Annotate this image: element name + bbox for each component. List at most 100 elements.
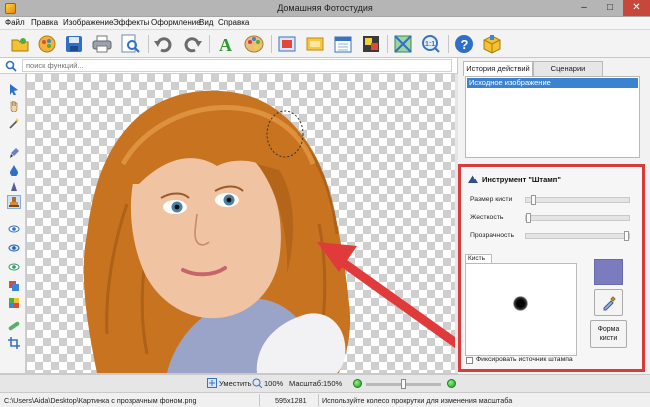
menu-image[interactable]: Изображение [63,18,113,27]
zoom-in-icon[interactable] [447,379,456,388]
frame-icon[interactable] [276,33,298,55]
tab-scenarios[interactable]: Сценарии [533,61,603,76]
zoom-100-button[interactable]: 100% [264,379,283,388]
search-row [0,58,457,74]
toolbar-separator [271,35,272,53]
tool-panel-left [0,74,26,373]
svg-text:1:1: 1:1 [425,41,435,48]
color-blocks-icon[interactable] [7,296,21,310]
menu-edit[interactable]: Правка [31,18,58,27]
eye-red-icon[interactable] [7,260,21,274]
status-separator [259,394,260,406]
zoom-100-icon [252,378,263,390]
bandage-icon[interactable] [7,319,21,333]
file-path: C:\Users\Aida\Desktop\Картинка с прозрач… [4,396,197,405]
hardness-slider[interactable] [525,213,630,223]
tool-title: Инструмент "Штамп" [482,175,561,184]
status-separator [318,394,319,406]
eye-blue-icon[interactable] [7,241,21,255]
menu-bar: Файл Правка Изображение Эффекты Оформлен… [0,17,650,30]
close-button[interactable]: ✕ [623,0,650,16]
fix-source-checkbox[interactable] [466,357,473,364]
drop-icon[interactable] [7,163,21,177]
image-dimensions: 595x1281 [275,396,307,405]
fit-icon [207,378,217,390]
actual-size-icon[interactable]: 1:1 [420,33,442,55]
stamp-tool-panel: Инструмент "Штамп" Размер кисти Жесткост… [458,164,645,372]
gallery-icon[interactable] [36,33,58,55]
slider-thumb[interactable] [624,231,629,241]
menu-design[interactable]: Оформление [151,18,201,27]
stamp-icon[interactable] [7,195,21,209]
zoom-bar: Уместить 100% Масштаб: 150% [0,374,650,392]
zoom-slider[interactable] [366,379,441,389]
brush-tab[interactable]: Кисть [465,254,492,263]
toolbar-separator [148,35,149,53]
status-hint: Используйте колесо прокрутки для изменен… [322,396,513,405]
brush-size-slider[interactable] [525,195,630,205]
pointer-icon[interactable] [7,82,21,96]
collage-icon[interactable] [360,33,382,55]
magic-wand-icon[interactable] [7,116,21,130]
package-icon[interactable] [481,33,503,55]
image-canvas[interactable] [27,74,455,373]
card-icon[interactable] [304,33,326,55]
open-icon[interactable] [9,33,31,55]
zoom-out-icon[interactable] [353,379,362,388]
scale-label: Масштаб: [289,379,324,388]
history-list: Исходное изображение [465,76,640,158]
toolbar: A 1:1 ? [0,30,650,58]
search-input[interactable] [22,59,452,72]
menu-view[interactable]: Вид [199,18,213,27]
fix-source-label: Фиксировать источник штампа [476,356,573,363]
tab-history[interactable]: История действий [463,61,533,76]
search-icon [5,60,17,74]
opacity-label: Прозрачность [470,232,515,239]
hardness-label: Жесткость [470,214,504,221]
save-icon[interactable] [63,33,85,55]
toolbar-separator [387,35,388,53]
hand-icon[interactable] [7,99,21,113]
calendar-icon[interactable] [332,33,354,55]
status-bar: C:\Users\Aida\Desktop\Картинка с прозрач… [0,392,650,407]
title-bar: Домашняя Фотостудия – □ ✕ [0,0,650,17]
stamp-tool-icon [467,173,479,186]
opacity-slider[interactable] [525,231,630,241]
brush-preview [465,263,577,356]
history-item[interactable]: Исходное изображение [467,78,638,88]
text-icon[interactable]: A [215,33,237,55]
svg-text:?: ? [461,37,469,52]
eyedropper-icon [603,295,616,310]
preview-icon[interactable] [119,33,141,55]
brush-shape [513,296,528,311]
brush-size-label: Размер кисти [470,196,513,203]
zoom-slider-thumb[interactable] [401,379,406,389]
scale-value: 150% [323,379,343,388]
crop-icon[interactable] [392,33,414,55]
brush-icon[interactable] [7,146,21,160]
help-icon[interactable]: ? [453,33,475,55]
redo-icon[interactable] [181,33,203,55]
menu-effects[interactable]: Эффекты [113,18,149,27]
girl-photo [83,90,455,373]
toolbar-separator [448,35,449,53]
menu-help[interactable]: Справка [218,18,249,27]
minimize-button[interactable]: – [571,0,597,16]
layers-icon[interactable] [7,279,21,293]
palette-icon[interactable] [243,33,265,55]
crop-tool-icon[interactable] [7,336,21,350]
color-picker-button[interactable] [594,289,623,316]
slider-thumb[interactable] [526,213,531,223]
color-swatch[interactable] [594,259,623,285]
fit-button[interactable]: Уместить [219,379,251,388]
menu-file[interactable]: Файл [5,18,25,27]
print-icon[interactable] [91,33,113,55]
sharpen-icon[interactable] [7,180,21,194]
eye-icon[interactable] [7,222,21,236]
slider-thumb[interactable] [531,195,536,205]
undo-icon[interactable] [153,33,175,55]
toolbar-separator [209,35,210,53]
brush-form-button[interactable]: Форма кисти [590,320,627,348]
maximize-button[interactable]: □ [597,0,623,16]
svg-text:A: A [219,35,232,54]
